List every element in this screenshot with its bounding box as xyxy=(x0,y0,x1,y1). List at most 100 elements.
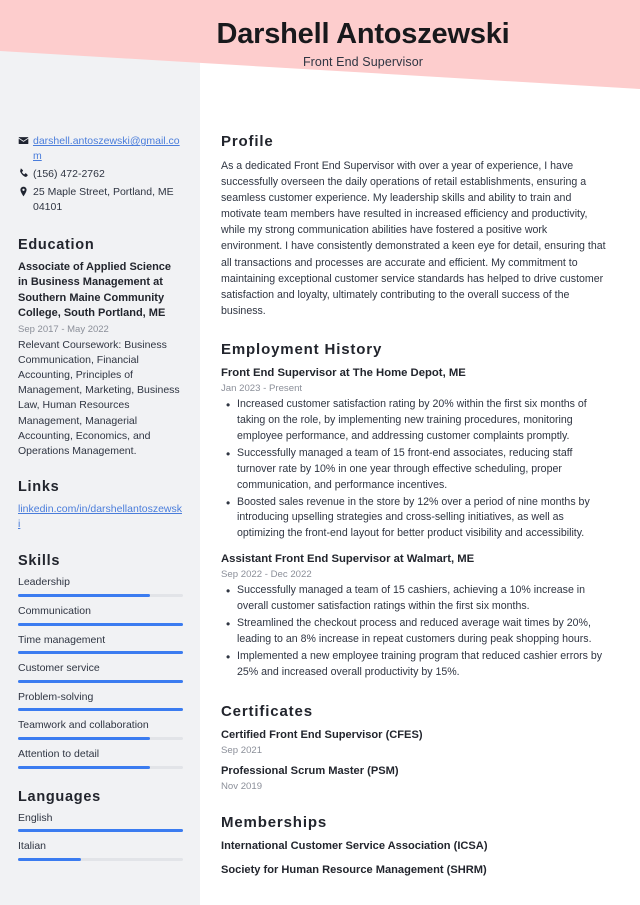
certificate-date: Nov 2019 xyxy=(221,780,263,792)
skill-level-track xyxy=(18,679,183,683)
skill-level-track xyxy=(18,765,183,769)
skill: Teamwork and collaboration xyxy=(18,719,183,741)
links-section: Links linkedin.com/in/darshellantoszewsk… xyxy=(18,479,183,531)
memberships-heading: Memberships xyxy=(221,813,328,831)
skill-level-fill xyxy=(18,679,183,683)
job-bullet: Implemented a new employee training prog… xyxy=(221,648,606,681)
languages-heading: Languages xyxy=(18,788,101,805)
contact-row: darshell.antoszewski@gmail.com xyxy=(18,134,183,164)
skill-label: Time management xyxy=(18,633,106,646)
skill-level-fill xyxy=(18,651,183,655)
main-column: Profile As a dedicated Front End Supervi… xyxy=(200,0,640,900)
contact-phone-value: (156) 472-2762 xyxy=(33,167,105,180)
resume-page: Darshell Antoszewski Front End Superviso… xyxy=(0,0,640,905)
language-level-fill xyxy=(18,829,183,833)
certificates-section: Certificates Certified Front End Supervi… xyxy=(221,703,606,792)
certificates-list: Certified Front End Supervisor (CFES) Sep… xyxy=(221,728,606,792)
skill-level-fill xyxy=(18,708,183,712)
job-entry: Assistant Front End Supervisor at Walmar… xyxy=(221,552,606,681)
skill-level-fill xyxy=(18,593,150,597)
skill-level-fill xyxy=(18,765,150,769)
skill: Attention to detail xyxy=(18,748,183,769)
profile-heading: Profile xyxy=(221,133,274,150)
job-date-range: Sep 2022 - Dec 2022 xyxy=(221,569,312,581)
linkedin-link[interactable]: linkedin.com/in/darshellantoszewski xyxy=(18,503,182,530)
skill: Leadership xyxy=(18,576,183,597)
skill: Problem-solving xyxy=(18,691,183,712)
jobs-list: Front End Supervisor at The Home Depot, … xyxy=(221,366,606,681)
job-bullet-list: Successfully managed a team of 15 cashie… xyxy=(221,582,606,681)
membership-entry: Society for Human Resource Management (S… xyxy=(221,863,487,876)
language-level-track xyxy=(18,829,183,833)
skill: Communication xyxy=(18,605,183,626)
envelope-icon xyxy=(18,134,33,146)
skills-list: Leadership Communication Time management Cu… xyxy=(18,576,183,769)
skill-level-fill xyxy=(18,737,150,741)
employment-heading: Employment History xyxy=(221,340,383,358)
languages-section: Languages English Italian xyxy=(18,789,183,861)
language-level-track xyxy=(18,857,183,861)
link-item[interactable]: linkedin.com/in/darshellantoszewski xyxy=(18,502,183,531)
education-heading: Education xyxy=(18,236,95,253)
job-title: Assistant Front End Supervisor at Walmar… xyxy=(221,553,475,566)
skill-label: Problem-solving xyxy=(18,690,94,703)
location-pin-icon xyxy=(18,185,33,197)
job-bullet: Boosted sales revenue in the store by 12… xyxy=(221,494,606,543)
skill-level-track xyxy=(18,737,183,741)
skill-label: Customer service xyxy=(18,662,100,675)
language: Italian xyxy=(18,840,183,861)
employment-section: Employment History Front End Supervisor … xyxy=(221,341,606,681)
contact-email-link[interactable]: darshell.antoszewski@gmail.com xyxy=(33,135,180,162)
language-label: English xyxy=(18,811,53,824)
job-bullet: Streamlined the checkout process and red… xyxy=(221,615,606,648)
education-description: Relevant Coursework: Business Communicat… xyxy=(18,338,180,457)
contact-list: darshell.antoszewski@gmail.com (156) 472-… xyxy=(18,134,183,215)
job-date-range: Jan 2023 - Present xyxy=(221,383,303,395)
skill-level-track xyxy=(18,622,183,626)
language-label: Italian xyxy=(18,840,47,853)
sidebar: darshell.antoszewski@gmail.com (156) 472-… xyxy=(0,0,200,905)
language-level-fill xyxy=(18,857,81,861)
education-section: Education Associate of Applied Science i… xyxy=(18,237,183,459)
skill-level-track xyxy=(18,593,183,597)
links-list: linkedin.com/in/darshellantoszewski xyxy=(18,502,183,531)
certificate-entry: Professional Scrum Master (PSM) Nov 2019 xyxy=(221,764,606,792)
contact-address-value: 25 Maple Street, Portland, ME 04101 xyxy=(33,185,174,213)
profile-text: As a dedicated Front End Supervisor with… xyxy=(221,160,606,317)
skill: Time management xyxy=(18,634,183,655)
memberships-section: Memberships International Customer Servi… xyxy=(221,814,606,878)
certificate-date: Sep 2021 xyxy=(221,744,263,756)
skill-level-fill xyxy=(18,622,183,626)
profile-section: Profile As a dedicated Front End Supervi… xyxy=(221,133,606,319)
skill-level-track xyxy=(18,651,183,655)
skills-heading: Skills xyxy=(18,553,61,570)
membership-entry: International Customer Service Associati… xyxy=(221,839,488,852)
skills-section: Skills Leadership Communication Time manag… xyxy=(18,553,183,769)
skill: Customer service xyxy=(18,662,183,683)
education-degree: Associate of Applied Science in Business… xyxy=(18,260,172,320)
skill-label: Teamwork and collaboration xyxy=(18,719,149,732)
certificate-name: Certified Front End Supervisor (CFES) xyxy=(221,728,423,741)
skill-label: Leadership xyxy=(18,576,70,589)
certificates-heading: Certificates xyxy=(221,702,313,720)
job-bullet-list: Increased customer satisfaction rating b… xyxy=(221,396,606,543)
language: English xyxy=(18,812,183,833)
languages-list: English Italian xyxy=(18,812,183,861)
job-bullet: Successfully managed a team of 15 front-… xyxy=(221,445,606,494)
links-heading: Links xyxy=(18,478,60,495)
job-entry: Front End Supervisor at The Home Depot, … xyxy=(221,366,606,542)
skill-label: Attention to detail xyxy=(18,748,100,761)
certificate-name: Professional Scrum Master (PSM) xyxy=(221,764,399,777)
phone-icon xyxy=(18,167,33,179)
job-bullet: Increased customer satisfaction rating b… xyxy=(221,396,606,445)
memberships-list: International Customer Service Associati… xyxy=(221,839,606,878)
contact-email-value[interactable]: darshell.antoszewski@gmail.com xyxy=(33,134,183,164)
contact-row: 25 Maple Street, Portland, ME 04101 xyxy=(18,185,183,215)
job-title: Front End Supervisor at The Home Depot, … xyxy=(221,366,466,379)
education-date: Sep 2017 - May 2022 xyxy=(18,323,109,335)
contact-row: (156) 472-2762 xyxy=(18,167,183,182)
skill-label: Communication xyxy=(18,604,91,617)
certificate-entry: Certified Front End Supervisor (CFES) Sep… xyxy=(221,728,606,756)
job-bullet: Successfully managed a team of 15 cashie… xyxy=(221,582,606,615)
skill-level-track xyxy=(18,708,183,712)
